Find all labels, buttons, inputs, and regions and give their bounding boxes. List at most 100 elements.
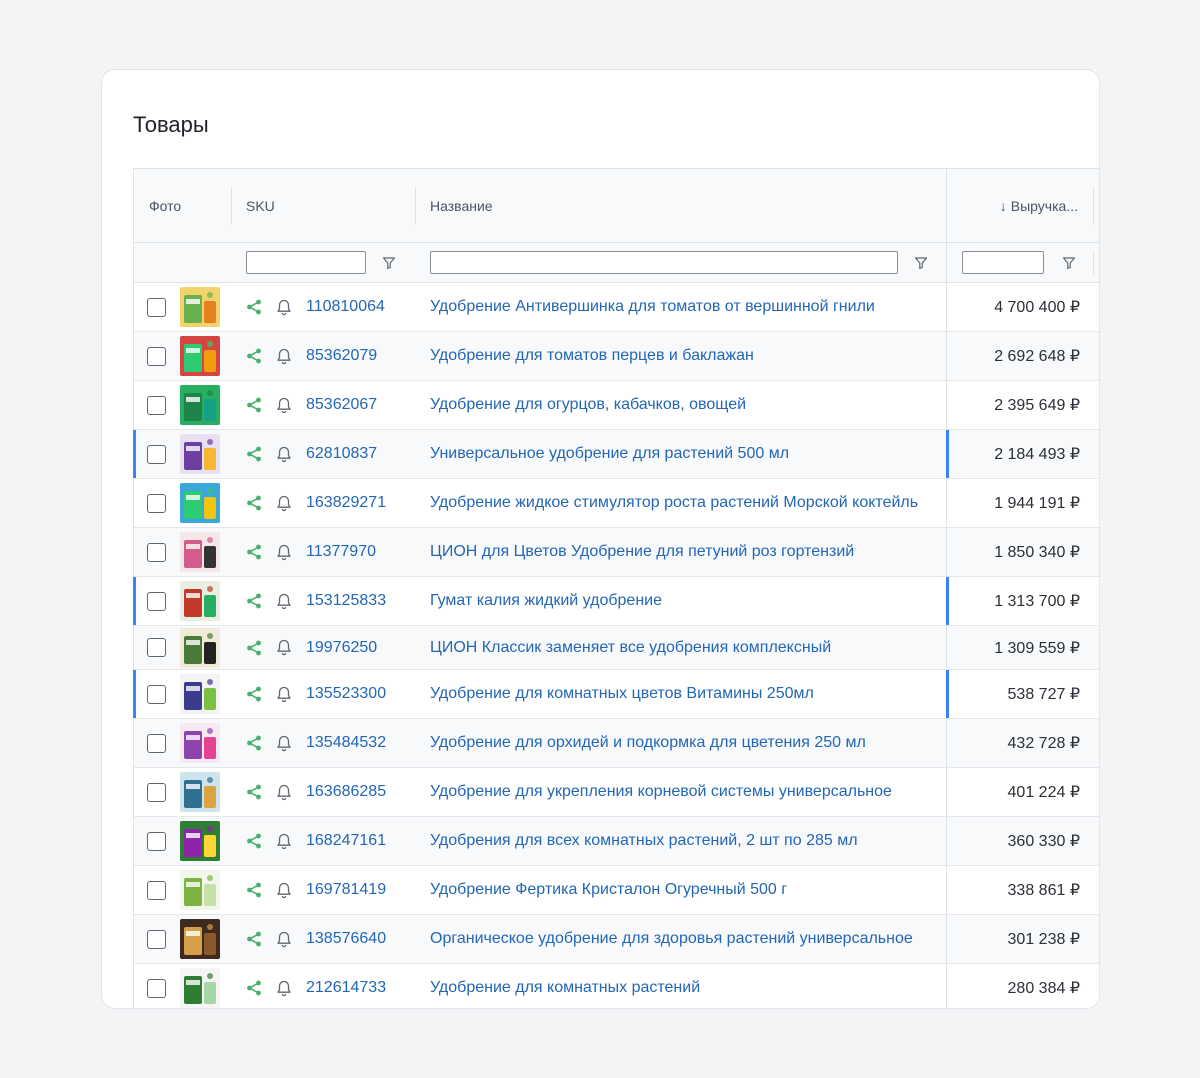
sku-link[interactable]: 163829271 [306,494,386,512]
product-photo[interactable] [180,968,220,1008]
table-row[interactable]: 85362067 Удобрение для огурцов, кабачков… [134,381,1099,430]
name-filter-icon[interactable] [914,256,928,270]
sku-link[interactable]: 163686285 [306,783,386,801]
table-row[interactable]: 19976250 ЦИОН Классик заменяет все удобр… [134,626,1099,670]
product-photo[interactable] [180,483,220,523]
bell-icon[interactable] [276,931,292,948]
share-icon[interactable] [246,544,262,560]
bell-icon[interactable] [276,348,292,365]
bell-icon[interactable] [276,446,292,463]
table-row[interactable]: 135484532 Удобрение для орхидей и подкор… [134,719,1099,768]
table-row[interactable]: 62810837 Универсальное удобрение для рас… [133,430,1099,479]
row-checkbox[interactable] [147,684,166,704]
row-checkbox[interactable] [147,297,166,317]
row-checkbox[interactable] [147,591,166,611]
table-row[interactable]: 153125833 Гумат калия жидкий удобрение 1… [133,577,1099,626]
product-name-link[interactable]: ЦИОН Классик заменяет все удобрения комп… [416,639,946,657]
bell-icon[interactable] [276,639,292,656]
row-checkbox[interactable] [147,782,166,802]
product-name-link[interactable]: Удобрение для комнатных растений [416,979,946,997]
table-row[interactable]: 163829271 Удобрение жидкое стимулятор ро… [134,479,1099,528]
bell-icon[interactable] [276,735,292,752]
revenue-filter-input[interactable] [962,251,1044,274]
sku-link[interactable]: 138576640 [306,930,386,948]
bell-icon[interactable] [276,784,292,801]
product-name-link[interactable]: Гумат калия жидкий удобрение [416,592,946,610]
share-icon[interactable] [246,980,262,996]
row-checkbox[interactable] [147,493,166,513]
sku-link[interactable]: 212614733 [306,979,386,997]
product-name-link[interactable]: Удобрение жидкое стимулятор роста растен… [416,494,946,512]
bell-icon[interactable] [276,397,292,414]
sku-link[interactable]: 135523300 [306,685,386,703]
row-checkbox[interactable] [147,542,166,562]
share-icon[interactable] [246,640,262,656]
product-photo[interactable] [180,870,220,910]
bell-icon[interactable] [276,882,292,899]
column-header-revenue[interactable]: ↓ Выручка... [946,169,1099,242]
sku-link[interactable]: 62810837 [306,445,377,463]
product-photo[interactable] [180,723,220,763]
revenue-filter-icon[interactable] [1062,256,1076,270]
product-photo[interactable] [180,674,220,714]
share-icon[interactable] [246,833,262,849]
share-icon[interactable] [246,931,262,947]
product-name-link[interactable]: Удобрение для томатов перцев и баклажан [416,347,946,365]
product-name-link[interactable]: Удобрение для укрепления корневой систем… [416,783,946,801]
bell-icon[interactable] [276,833,292,850]
product-photo[interactable] [180,581,220,621]
sku-link[interactable]: 19976250 [306,639,377,657]
row-checkbox[interactable] [147,880,166,900]
bell-icon[interactable] [276,544,292,561]
row-checkbox[interactable] [147,444,166,464]
product-name-link[interactable]: Удобрение для комнатных цветов Витамины … [416,685,946,703]
product-photo[interactable] [180,772,220,812]
product-name-link[interactable]: Удобрение Фертика Кристалон Огуречный 50… [416,881,946,899]
row-checkbox[interactable] [147,395,166,415]
share-icon[interactable] [246,397,262,413]
product-photo[interactable] [180,627,220,668]
bell-icon[interactable] [276,495,292,512]
row-checkbox[interactable] [147,978,166,998]
share-icon[interactable] [246,784,262,800]
product-name-link[interactable]: Удобрение Антивершинка для томатов от ве… [416,298,946,316]
bell-icon[interactable] [276,299,292,316]
sku-filter-icon[interactable] [382,256,396,270]
bell-icon[interactable] [276,593,292,610]
sku-link[interactable]: 135484532 [306,734,386,752]
name-filter-input[interactable] [430,251,898,274]
table-row[interactable]: 110810064 Удобрение Антивершинка для том… [134,283,1099,332]
share-icon[interactable] [246,495,262,511]
product-photo[interactable] [180,821,220,861]
table-row[interactable]: 212614733 Удобрение для комнатных растен… [134,964,1099,1008]
table-row[interactable]: 135523300 Удобрение для комнатных цветов… [133,670,1099,719]
row-checkbox[interactable] [147,929,166,949]
sku-filter-input[interactable] [246,251,366,274]
row-checkbox[interactable] [147,831,166,851]
product-name-link[interactable]: Удобрения для всех комнатных растений, 2… [416,832,946,850]
product-photo[interactable] [180,919,220,959]
share-icon[interactable] [246,446,262,462]
product-photo[interactable] [180,532,220,572]
product-name-link[interactable]: ЦИОН для Цветов Удобрение для петуний ро… [416,543,946,561]
product-name-link[interactable]: Удобрение для орхидей и подкормка для цв… [416,734,946,752]
sku-link[interactable]: 153125833 [306,592,386,610]
column-header-sku[interactable]: SKU [232,169,416,242]
row-checkbox[interactable] [147,638,166,657]
table-row[interactable]: 85362079 Удобрение для томатов перцев и … [134,332,1099,381]
product-name-link[interactable]: Удобрение для огурцов, кабачков, овощей [416,396,946,414]
sku-link[interactable]: 169781419 [306,881,386,899]
share-icon[interactable] [246,348,262,364]
row-checkbox[interactable] [147,733,166,753]
share-icon[interactable] [246,735,262,751]
bell-icon[interactable] [276,980,292,997]
table-row[interactable]: 138576640 Органическое удобрение для здо… [134,915,1099,964]
share-icon[interactable] [246,593,262,609]
sku-link[interactable]: 85362067 [306,396,377,414]
sku-link[interactable]: 110810064 [306,298,385,316]
share-icon[interactable] [246,882,262,898]
product-photo[interactable] [180,385,220,425]
sku-link[interactable]: 168247161 [306,832,386,850]
sku-link[interactable]: 11377970 [306,543,376,561]
product-name-link[interactable]: Органическое удобрение для здоровья раст… [416,930,946,948]
